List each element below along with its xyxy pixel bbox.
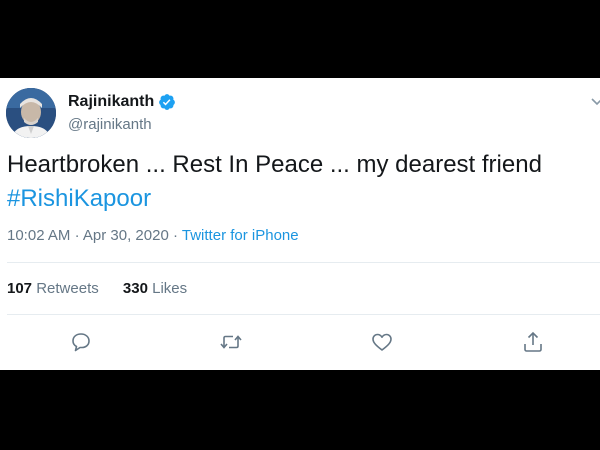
user-handle[interactable]: @rajinikanth	[68, 116, 152, 133]
verified-badge-icon	[158, 93, 176, 111]
tweet-text: Heartbroken ... Rest In Peace ... my dea…	[7, 148, 592, 216]
retweets-stat[interactable]: 107 Retweets	[7, 280, 103, 297]
meta-separator: ·	[74, 227, 80, 244]
hashtag-link[interactable]: #RishiKapoor	[7, 182, 592, 216]
heart-icon[interactable]	[370, 330, 394, 354]
retweets-label: Retweets	[36, 280, 99, 297]
tweet-meta: 10:02 AM · Apr 30, 2020 · Twitter for iP…	[7, 227, 299, 244]
meta-separator: ·	[172, 227, 178, 244]
avatar[interactable]	[6, 88, 56, 138]
likes-label: Likes	[152, 280, 188, 297]
display-name-row[interactable]: Rajinikanth	[68, 93, 176, 111]
tweet-date[interactable]: Apr 30, 2020	[83, 227, 169, 244]
likes-count: 330	[122, 280, 148, 297]
tweet-body: Heartbroken ... Rest In Peace ... my dea…	[7, 151, 542, 178]
display-name[interactable]: Rajinikanth	[68, 93, 154, 111]
tweet-stats: 107 Retweets 330 Likes	[7, 280, 207, 297]
reply-icon[interactable]	[69, 330, 93, 354]
divider	[7, 262, 600, 263]
tweet-card: Rajinikanth @rajinikanth Heartbroken ...…	[0, 78, 600, 370]
chevron-down-icon[interactable]	[590, 94, 600, 108]
tweet-time[interactable]: 10:02 AM	[7, 227, 70, 244]
share-icon[interactable]	[521, 330, 545, 354]
retweets-count: 107	[7, 280, 33, 297]
divider	[7, 314, 600, 315]
likes-stat[interactable]: 330 Likes	[123, 280, 187, 297]
retweet-icon[interactable]	[219, 330, 243, 354]
tweet-source[interactable]: Twitter for iPhone	[182, 227, 299, 244]
